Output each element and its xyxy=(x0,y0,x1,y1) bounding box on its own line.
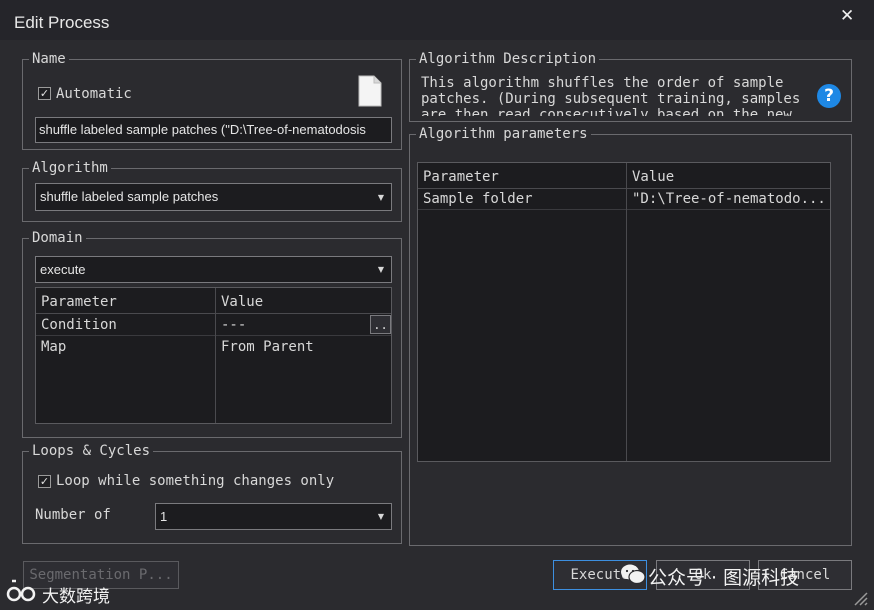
condition-ellipsis-button[interactable]: .. xyxy=(370,315,391,334)
automatic-label: Automatic xyxy=(56,86,132,102)
process-name-field[interactable]: shuffle labeled sample patches ("D:\Tree… xyxy=(35,117,392,143)
params-row-sample-folder-value[interactable]: "D:\Tree-of-nematodo... xyxy=(632,191,828,207)
algorithm-selected-value: shuffle labeled sample patches xyxy=(40,189,219,204)
number-of-label: Number of xyxy=(35,507,111,523)
algorithm-select[interactable]: shuffle labeled sample patches ▼ xyxy=(35,183,392,211)
chevron-down-icon: ▼ xyxy=(377,265,385,274)
domain-header-parameter[interactable]: Parameter xyxy=(41,294,117,310)
domain-row-map-param[interactable]: Map xyxy=(41,339,66,355)
window-title: Edit Process xyxy=(14,13,110,32)
domain-row-condition-value[interactable]: --- xyxy=(221,317,246,333)
wechat-icon xyxy=(621,564,646,585)
loops-group-legend: Loops & Cycles xyxy=(32,443,151,459)
resize-grip-icon[interactable] xyxy=(850,588,868,606)
domain-row-condition-param[interactable]: Condition xyxy=(41,317,117,333)
number-of-value: 1 xyxy=(160,509,168,524)
watermark-left: 大数跨境 xyxy=(42,587,110,607)
watermark-right: 公众号 · 图源科技 xyxy=(648,567,800,589)
params-row-sample-folder-param[interactable]: Sample folder xyxy=(423,191,533,207)
chevron-down-icon: ▼ xyxy=(377,192,385,202)
brand-logo-icon xyxy=(6,579,36,602)
document-icon[interactable] xyxy=(358,75,382,107)
params-header-value[interactable]: Value xyxy=(632,169,674,185)
params-group-legend: Algorithm parameters xyxy=(419,126,588,142)
domain-header-value[interactable]: Value xyxy=(221,294,263,310)
domain-group-legend: Domain xyxy=(32,230,83,246)
domain-select[interactable]: execute ▼ xyxy=(35,256,392,283)
loop-checkbox[interactable]: ✓ xyxy=(38,475,51,488)
loop-label: Loop while something changes only xyxy=(56,473,335,489)
automatic-checkbox[interactable]: ✓ xyxy=(38,87,51,100)
number-of-select[interactable]: 1 ▼ xyxy=(155,503,392,530)
name-group-legend: Name xyxy=(32,51,66,67)
title-bar xyxy=(0,0,874,40)
algorithm-description-text: This algorithm shuffles the order of sam… xyxy=(421,75,801,116)
help-icon[interactable]: ? xyxy=(817,84,841,108)
domain-parameter-grid: Parameter Value Condition --- .. Map Fro… xyxy=(35,287,392,424)
close-icon[interactable]: ✕ xyxy=(840,6,854,26)
domain-selected-value: execute xyxy=(40,262,86,277)
params-header-parameter[interactable]: Parameter xyxy=(423,169,499,185)
algorithm-group-legend: Algorithm xyxy=(32,160,108,176)
description-group-legend: Algorithm Description xyxy=(419,51,597,67)
domain-row-map-value[interactable]: From Parent xyxy=(221,339,314,355)
algorithm-parameter-grid: Parameter Value Sample folder "D:\Tree-o… xyxy=(417,162,831,462)
chevron-down-icon: ▼ xyxy=(377,512,385,521)
